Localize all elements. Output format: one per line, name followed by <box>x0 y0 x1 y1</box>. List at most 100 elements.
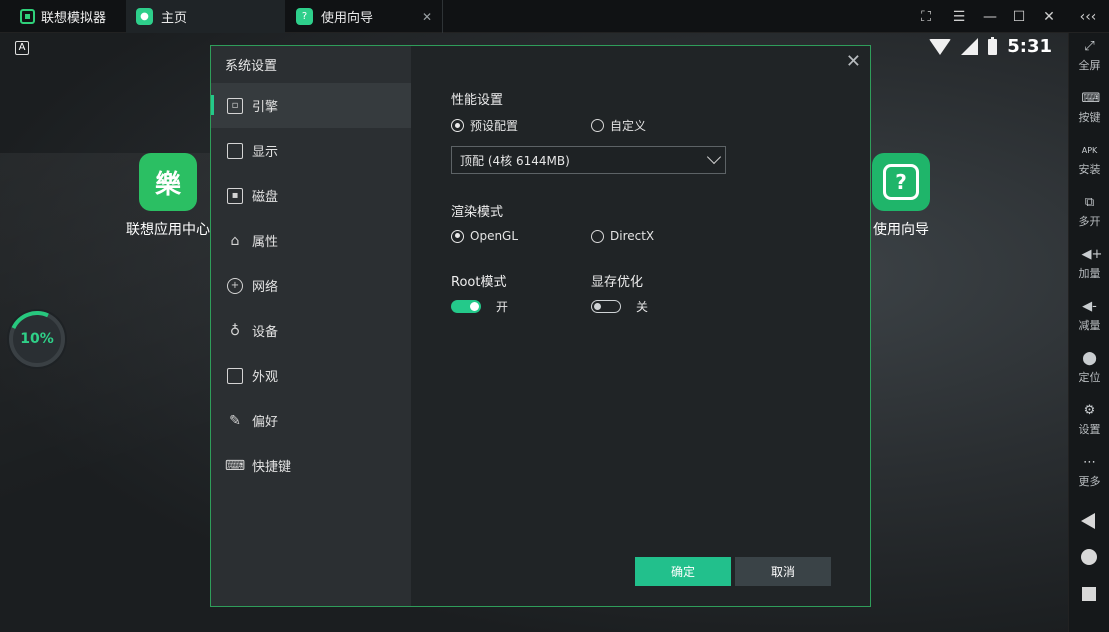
desktop-app-label: 使用向导 <box>873 222 929 238</box>
sidebar-item-location[interactable]: ⬤ 定位 <box>1069 351 1109 385</box>
apk-install-icon: APK <box>1081 146 1098 155</box>
radio-checked-icon <box>451 229 464 243</box>
nav-item-label: 显示 <box>252 145 279 160</box>
radio-unchecked-icon <box>591 119 604 132</box>
engine-settings-panel: 性能设置 预设配置 自定义 顶配 (4核 6144MB) 渲染模式 OpenGL… <box>411 46 871 606</box>
dialog-title: 系统设置 <box>225 59 278 74</box>
microphone-icon: ♁ <box>229 322 241 339</box>
nav-item-device[interactable]: ♁ 设备 <box>211 308 411 353</box>
radio-label: DirectX <box>610 229 655 243</box>
nav-item-display[interactable]: 显示 <box>211 128 411 173</box>
guide-tab-icon: ? <box>296 8 313 25</box>
sidebar-item-label: 全屏 <box>1078 59 1101 72</box>
system-settings-dialog: 系统设置 ▫ 引擎 显示 ▪ 磁盘 ⌂ 属性 + 网络 ♁ 设备 外观 ✎ 偏好… <box>210 45 871 607</box>
sidebar-item-fullscreen[interactable]: ⤢ 全屏 <box>1069 39 1109 73</box>
nav-item-preferences[interactable]: ✎ 偏好 <box>211 398 411 443</box>
confirm-button[interactable]: 确定 <box>635 557 731 586</box>
minimize-icon[interactable]: — <box>976 0 1004 33</box>
screenshot-icon[interactable]: ⛶ <box>912 0 940 33</box>
sidebar-item-install[interactable]: APK 安装 <box>1069 143 1109 177</box>
sidebar-item-label: 减量 <box>1078 319 1101 332</box>
help-guide-icon: ? <box>872 153 930 211</box>
performance-title: 性能设置 <box>451 93 504 108</box>
sidebar-item-volume-up[interactable]: ◀+ 加量 <box>1069 247 1109 281</box>
vram-optimize-toggle[interactable] <box>591 300 621 313</box>
desktop-app-lenovo-center[interactable]: 樂 联想应用中心 <box>122 153 214 239</box>
sidebar-item-keys[interactable]: ⌨ 按键 <box>1069 91 1109 125</box>
radio-directx[interactable]: DirectX <box>591 229 654 243</box>
nav-item-label: 设备 <box>252 325 279 340</box>
close-window-icon[interactable]: ✕ <box>1035 0 1063 33</box>
preset-config-select[interactable]: 顶配 (4核 6144MB) <box>451 146 726 174</box>
sidebar-item-multi[interactable]: ⧉ 多开 <box>1069 195 1109 229</box>
location-icon: ⬤ <box>1082 351 1097 366</box>
volume-down-icon: ◀- <box>1082 299 1097 314</box>
preset-config-value: 顶配 (4核 6144MB) <box>460 153 570 168</box>
status-time: 5:31 <box>1007 36 1052 57</box>
keyboard-indicator: A <box>15 41 29 55</box>
sidebar-item-label: 按键 <box>1078 111 1101 124</box>
nav-item-label: 偏好 <box>252 415 279 430</box>
recent-apps-icon[interactable] <box>1082 587 1096 601</box>
tab-home[interactable]: ● 主页 <box>126 0 285 33</box>
radio-label: OpenGL <box>470 229 519 243</box>
window-icon <box>227 367 243 384</box>
sidebar-item-label: 定位 <box>1078 371 1101 384</box>
root-mode-toggle[interactable] <box>451 300 481 313</box>
multi-instance-icon: ⧉ <box>1084 195 1095 210</box>
nav-item-label: 网络 <box>252 280 279 295</box>
sidebar-item-volume-down[interactable]: ◀- 减量 <box>1069 299 1109 333</box>
sidebar-item-label: 加量 <box>1078 267 1101 280</box>
close-tab-icon[interactable]: ✕ <box>422 10 432 24</box>
nav-item-label: 磁盘 <box>252 190 279 205</box>
sidebar-item-settings[interactable]: ⚙ 设置 <box>1069 403 1109 437</box>
fullscreen-icon: ⤢ <box>1084 39 1095 54</box>
title-bar: 联想模拟器 ● 主页 ? 使用向导 ✕ ⛶ ☰ — ☐ ✕ ‹‹‹ <box>0 0 1109 33</box>
nav-item-engine[interactable]: ▫ 引擎 <box>211 83 411 128</box>
render-mode-title: 渲染模式 <box>451 205 504 220</box>
collapse-sidebar-icon[interactable]: ‹‹‹ <box>1073 0 1103 33</box>
nav-item-shortcuts[interactable]: ⌨ 快捷键 <box>211 443 411 488</box>
keyboard-icon: ⌨ <box>224 457 246 474</box>
app-title: 联想模拟器 <box>0 0 124 33</box>
radio-checked-icon <box>451 119 464 132</box>
lenovo-app-center-icon: 樂 <box>139 153 197 211</box>
progress-text: 10% <box>20 331 54 347</box>
sidebar-item-label: 多开 <box>1078 215 1101 228</box>
tab-guide[interactable]: ? 使用向导 ✕ <box>286 0 443 33</box>
lenovo-logo-icon <box>20 9 35 24</box>
radio-preset[interactable]: 预设配置 <box>451 117 518 134</box>
globe-icon: + <box>227 277 243 294</box>
chevron-down-icon <box>706 149 722 165</box>
app-title-label: 联想模拟器 <box>41 11 107 26</box>
home-nav-icon[interactable] <box>1081 549 1097 565</box>
right-toolbar: ⤢ 全屏 ⌨ 按键 APK 安装 ⧉ 多开 ◀+ 加量 ◀- 减量 ⬤ 定位 ⚙… <box>1068 33 1109 632</box>
memory-progress-ring[interactable]: 10% <box>9 311 65 367</box>
root-mode-state: 开 <box>496 300 509 314</box>
maximize-icon[interactable]: ☐ <box>1005 0 1033 33</box>
radio-opengl[interactable]: OpenGL <box>451 229 518 243</box>
nav-item-appearance[interactable]: 外观 <box>211 353 411 398</box>
back-nav-icon[interactable] <box>1081 513 1095 529</box>
sidebar-item-label: 更多 <box>1078 475 1101 488</box>
wifi-icon <box>929 38 952 55</box>
nav-item-label: 引擎 <box>252 100 279 115</box>
radio-custom[interactable]: 自定义 <box>591 117 646 134</box>
battery-icon <box>988 36 998 55</box>
home-tab-icon: ● <box>136 8 153 25</box>
cpu-icon: ▫ <box>227 97 243 114</box>
vram-optimize-state: 关 <box>636 300 649 314</box>
disk-icon: ▪ <box>227 187 243 204</box>
menu-icon[interactable]: ☰ <box>945 0 973 33</box>
sidebar-item-more[interactable]: ⋯ 更多 <box>1069 455 1109 489</box>
nav-item-network[interactable]: + 网络 <box>211 263 411 308</box>
nav-item-label: 快捷键 <box>252 460 292 475</box>
sidebar-item-label: 安装 <box>1078 163 1101 176</box>
monitor-icon <box>227 142 243 159</box>
cancel-button[interactable]: 取消 <box>735 557 831 586</box>
nav-item-disk[interactable]: ▪ 磁盘 <box>211 173 411 218</box>
sidebar-item-label: 设置 <box>1078 423 1101 436</box>
signal-icon <box>961 38 979 55</box>
volume-up-icon: ◀+ <box>1081 247 1103 262</box>
nav-item-properties[interactable]: ⌂ 属性 <box>211 218 411 263</box>
